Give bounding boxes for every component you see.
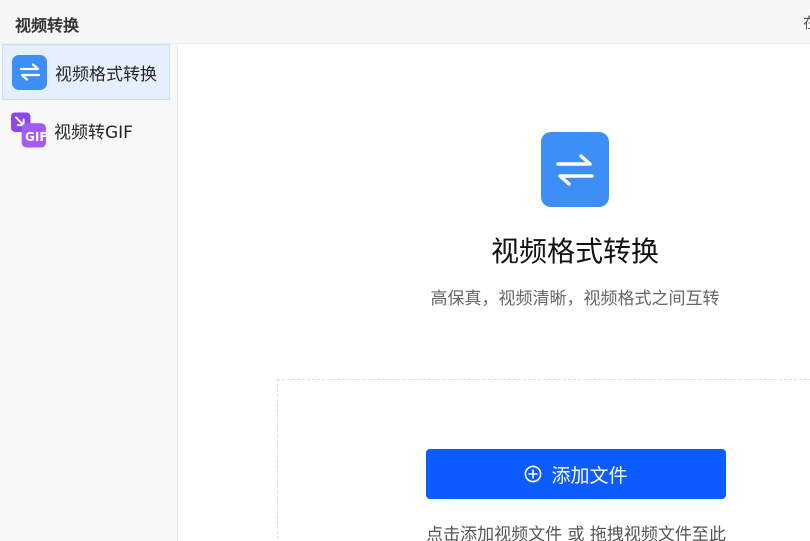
- sidebar-item-label: 视频转GIF: [54, 122, 133, 143]
- add-file-button[interactable]: 添加文件: [426, 449, 726, 499]
- swap-arrows-icon: [541, 132, 609, 207]
- drop-hint: 点击添加视频文件 或 拖拽视频文件至此: [426, 525, 726, 541]
- main-panel: 视频格式转换 高保真，视频清晰，视频格式之间互转 添加文件 点击添加视频文件 或…: [178, 44, 810, 541]
- app-title: 视频转换: [15, 16, 80, 35]
- page-title: 视频格式转换: [490, 235, 659, 268]
- sidebar: 视频格式转换 GIF 视频转GIF: [0, 44, 178, 541]
- sidebar-item-video-format-convert[interactable]: 视频格式转换: [2, 44, 170, 100]
- title-bar: 视频转换 在: [0, 0, 810, 44]
- gif-icon: GIF: [11, 112, 48, 148]
- sidebar-item-label: 视频格式转换: [55, 64, 157, 85]
- top-right-text[interactable]: 在: [803, 12, 810, 33]
- gif-icon-text: GIF: [25, 129, 48, 144]
- swap-arrows-icon: [12, 54, 47, 90]
- plus-circle-icon: [524, 465, 542, 483]
- add-file-button-label: 添加文件: [551, 465, 628, 487]
- page-subtitle: 高保真，视频清晰，视频格式之间互转: [430, 289, 720, 309]
- sidebar-item-video-to-gif[interactable]: GIF 视频转GIF: [2, 102, 170, 158]
